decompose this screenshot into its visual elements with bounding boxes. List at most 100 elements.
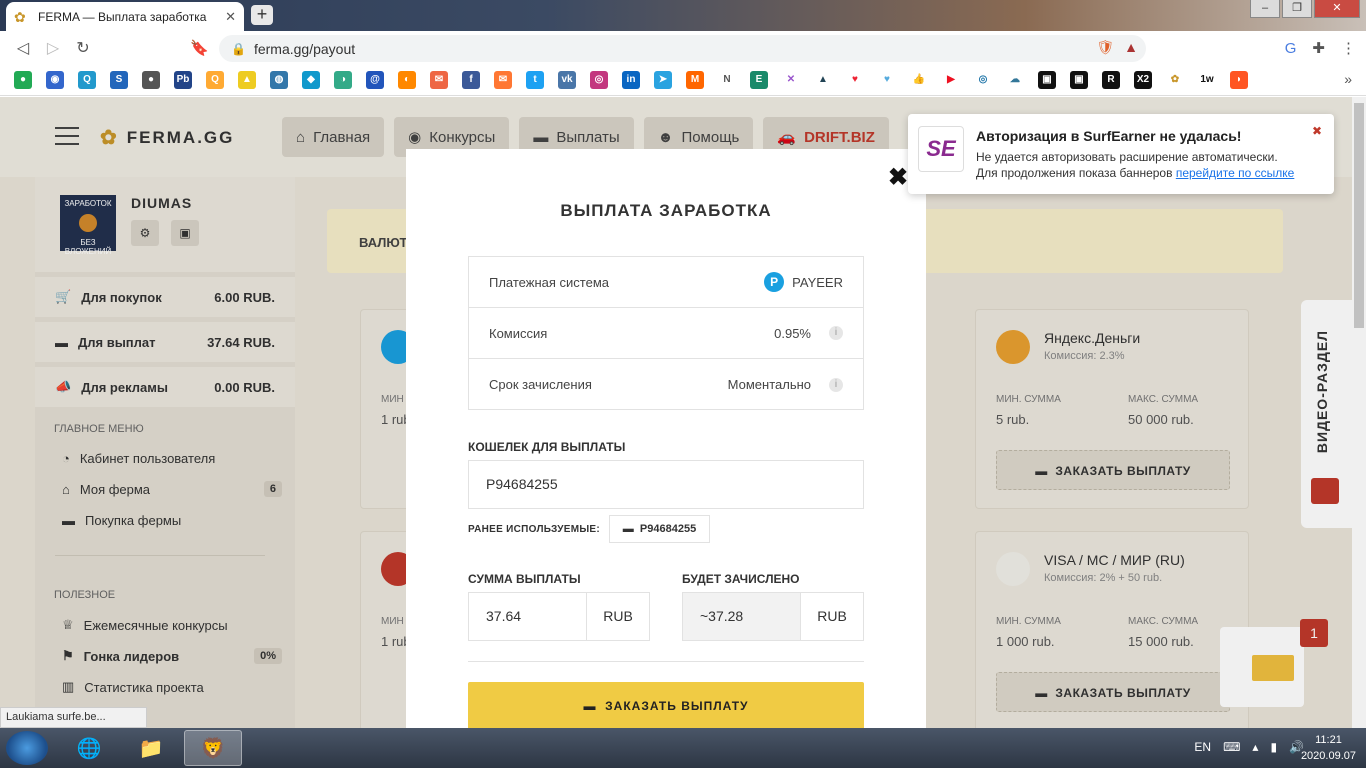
- brave-taskbar-icon[interactable]: 🦁: [184, 730, 242, 766]
- lock-icon: 🔒: [231, 41, 246, 56]
- bookmark-35-icon[interactable]: R: [1102, 71, 1120, 89]
- notification-link[interactable]: перейдите по ссылке: [1176, 166, 1295, 180]
- bookmark-1-icon[interactable]: ●: [14, 71, 32, 89]
- bookmark-16-icon[interactable]: ✉: [494, 71, 512, 89]
- sum-input[interactable]: 37.64: [469, 593, 587, 640]
- bookmark-7-icon[interactable]: Q: [206, 71, 224, 89]
- clock[interactable]: 11:21 2020.09.07: [1301, 732, 1356, 764]
- windows-taskbar: 🌐 📁 🦁 EN ⌨ ▴ ▮ 🔊 11:21 2020.09.07: [0, 728, 1366, 768]
- surfearner-icon: SE: [918, 126, 964, 172]
- payout-modal: ✖ ВЫПЛАТА ЗАРАБОТКА Платежная система PP…: [406, 149, 926, 730]
- bookmark-27-icon[interactable]: ♥: [846, 71, 864, 89]
- keyboard-icon[interactable]: ⌨: [1223, 740, 1240, 754]
- order-payout-button[interactable]: ▬ ЗАКАЗАТЬ ВЫПЛАТУ: [468, 682, 864, 730]
- bookmark-3-icon[interactable]: Q: [78, 71, 96, 89]
- menu-icon[interactable]: ⋮: [1341, 39, 1356, 57]
- maximize-button[interactable]: ❐: [1282, 0, 1312, 18]
- brave-shields-icon[interactable]: 🛡: [1096, 39, 1114, 56]
- new-tab-button[interactable]: +: [251, 5, 273, 25]
- url-text: ferma.gg/payout: [253, 40, 356, 57]
- previous-wallet-chip[interactable]: ▬ P94684255: [609, 515, 710, 543]
- bookmark-36-icon[interactable]: X2: [1134, 71, 1152, 89]
- reload-icon[interactable]: ↻: [68, 38, 98, 58]
- translate-icon[interactable]: G: [1285, 40, 1297, 57]
- close-icon[interactable]: ✖: [888, 163, 908, 192]
- telegram-icon[interactable]: ➤: [654, 71, 672, 89]
- extensions-icon[interactable]: ✚: [1312, 39, 1325, 57]
- vk-icon[interactable]: vk: [558, 71, 576, 89]
- close-tab-icon[interactable]: ✕: [225, 9, 236, 25]
- bookmark-26-icon[interactable]: ▲: [814, 71, 832, 89]
- tray-arrow-icon[interactable]: ▴: [1252, 740, 1258, 754]
- bookmark-13-icon[interactable]: ◐: [398, 71, 416, 89]
- bookmark-9-icon[interactable]: ◍: [270, 71, 288, 89]
- language-indicator[interactable]: EN: [1194, 740, 1211, 754]
- bookmark-29-icon[interactable]: 👍: [910, 71, 928, 89]
- close-notification-icon[interactable]: ✖: [1312, 124, 1322, 138]
- chrome-taskbar-icon[interactable]: 🌐: [60, 730, 118, 766]
- bookmarks-overflow-icon[interactable]: »: [1344, 71, 1352, 87]
- address-bar[interactable]: 🔒 ferma.gg/payout 🛡 ▲: [219, 35, 1146, 62]
- forward-icon[interactable]: ▷: [38, 38, 68, 58]
- bookmark-10-icon[interactable]: ◆: [302, 71, 320, 89]
- monero-icon[interactable]: M: [686, 71, 704, 89]
- browser-tab[interactable]: ✿ FERMA — Выплата заработка ✕: [6, 2, 244, 31]
- page-scrollbar[interactable]: [1352, 97, 1366, 728]
- bookmark-5-icon[interactable]: ●: [142, 71, 160, 89]
- browser-toolbar: ◁ ▷ ↻ 🔖 🔒 ferma.gg/payout 🛡 ▲ G ✚ ⋮: [0, 31, 1366, 65]
- tab-strip: ✿ FERMA — Выплата заработка ✕ + – ❐ ✕: [0, 0, 1366, 31]
- info-row-commission: Комиссия 0.95% i: [469, 308, 863, 359]
- bookmark-2-icon[interactable]: ◉: [46, 71, 64, 89]
- previously-used-label: РАНЕЕ ИСПОЛЬЗУЕМЫЕ:: [468, 524, 601, 535]
- close-window-button[interactable]: ✕: [1314, 0, 1360, 18]
- network-icon[interactable]: ▮: [1270, 740, 1277, 754]
- wallet-label: КОШЕЛЕК ДЛЯ ВЫПЛАТЫ: [468, 440, 626, 454]
- bookmark-6-icon[interactable]: Pb: [174, 71, 192, 89]
- bookmark-4-icon[interactable]: S: [110, 71, 128, 89]
- instagram-icon[interactable]: ◎: [590, 71, 608, 89]
- window-controls: – ❐ ✕: [1250, 0, 1360, 18]
- start-button[interactable]: [6, 731, 48, 765]
- twitter-icon[interactable]: t: [526, 71, 544, 89]
- bookmark-33-icon[interactable]: ▣: [1038, 71, 1056, 89]
- bookmark-8-icon[interactable]: ▲: [238, 71, 256, 89]
- bookmark-39-icon[interactable]: ◗: [1230, 71, 1248, 89]
- wallet-icon: ▬: [583, 699, 597, 713]
- wallet-input[interactable]: P94684255: [468, 460, 864, 509]
- bookmarks-bar: ● ◉ Q S ● Pb Q ▲ ◍ ◆ ◑ @ ◐ ✉ f ✉ t vk ◎ …: [0, 65, 1366, 96]
- bookmark-11-icon[interactable]: ◑: [334, 71, 352, 89]
- bookmark-31-icon[interactable]: ◎: [974, 71, 992, 89]
- bookmark-24-icon[interactable]: E: [750, 71, 768, 89]
- bookmark-25-icon[interactable]: ✕: [782, 71, 800, 89]
- sum-label: СУММА ВЫПЛАТЫ: [468, 572, 581, 586]
- linkedin-icon[interactable]: in: [622, 71, 640, 89]
- bookmark-38-icon[interactable]: 1w: [1198, 71, 1216, 89]
- tab-title: FERMA — Выплата заработка: [38, 9, 207, 24]
- bookmark-23-icon[interactable]: N: [718, 71, 736, 89]
- bookmark-37-icon[interactable]: ✿: [1166, 71, 1184, 89]
- facebook-icon[interactable]: f: [462, 71, 480, 89]
- minimize-button[interactable]: –: [1250, 0, 1280, 18]
- bookmark-32-icon[interactable]: ☁: [1006, 71, 1024, 89]
- modal-title: ВЫПЛАТА ЗАРАБОТКА: [560, 201, 772, 220]
- credited-label: БУДЕТ ЗАЧИСЛЕНО: [682, 572, 800, 586]
- scrollbar-thumb[interactable]: [1354, 103, 1364, 328]
- bookmark-30-icon[interactable]: ▶: [942, 71, 960, 89]
- sum-input-group: 37.64 RUB: [468, 592, 650, 641]
- notification-body: Не удается авторизовать расширение автом…: [976, 150, 1295, 180]
- notification-title: Авторизация в SurfEarner не удалась!: [976, 128, 1242, 144]
- payment-info-table: Платежная система P PAYEER Комиссия 0.95%…: [468, 256, 864, 410]
- bookmark-34-icon[interactable]: ▣: [1070, 71, 1088, 89]
- back-icon[interactable]: ◁: [8, 38, 38, 58]
- surfearner-notification: SE Авторизация в SurfEarner не удалась! …: [908, 114, 1334, 194]
- brave-rewards-icon[interactable]: ▲: [1124, 39, 1138, 56]
- modal-divider: [468, 661, 864, 662]
- wheat-favicon-icon: ✿: [14, 8, 26, 25]
- bookmark-14-icon[interactable]: ✉: [430, 71, 448, 89]
- bookmark-28-icon[interactable]: ♥: [878, 71, 896, 89]
- bookmark-12-icon[interactable]: @: [366, 71, 384, 89]
- info-icon[interactable]: i: [829, 377, 843, 392]
- info-icon[interactable]: i: [829, 326, 843, 340]
- bookmark-icon[interactable]: 🔖: [190, 39, 209, 57]
- explorer-taskbar-icon[interactable]: 📁: [122, 730, 180, 766]
